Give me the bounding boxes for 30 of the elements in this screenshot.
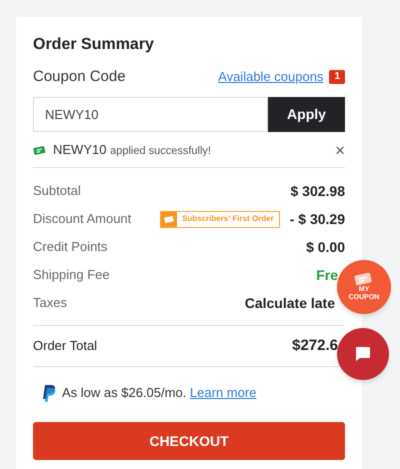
summary-label: Shipping Fee — [33, 266, 110, 284]
summary-value: Fre — [316, 266, 339, 284]
ticket-icon — [164, 214, 175, 224]
coupon-input[interactable]: NEWY10 — [33, 97, 268, 132]
order-total-value: $272.6 — [292, 336, 339, 356]
apply-button[interactable]: Apply — [268, 97, 345, 132]
ticket-icon — [33, 144, 47, 156]
coupon-label: Coupon Code — [33, 66, 126, 87]
summary-label: Discount Amount — [33, 210, 132, 228]
available-coupons-link[interactable]: Available coupons — [218, 67, 324, 87]
close-button[interactable]: × — [335, 142, 345, 158]
summary-value: $ 0.00 — [306, 238, 345, 256]
learn-more-link[interactable]: Learn more — [190, 385, 256, 400]
summary-label: Credit Points — [33, 238, 108, 256]
summary-label: Taxes — [33, 294, 67, 312]
checkout-button[interactable]: CHECKOUT — [33, 422, 345, 460]
summary-value: $ 302.98 — [290, 182, 345, 200]
ticket-icon — [354, 272, 374, 286]
summary-value: - $ 30.29 — [290, 210, 345, 228]
order-total-label: Order Total — [33, 337, 98, 356]
summary-label: Subtotal — [33, 182, 81, 200]
promo-tag-text: Subscribers' First Order — [181, 213, 275, 225]
coupon-count: 1 — [329, 70, 345, 84]
coupon-success-message: NEWY10 applied successfully! — [53, 141, 212, 160]
paypal-message: As low as $26.05/mo. Learn more — [62, 384, 256, 402]
summary-value: Calculate late — [244, 294, 336, 312]
summary-title: Order Summary — [33, 35, 155, 55]
chat-icon — [354, 345, 372, 363]
paypal-icon — [42, 384, 56, 402]
chat-button[interactable] — [337, 328, 389, 380]
